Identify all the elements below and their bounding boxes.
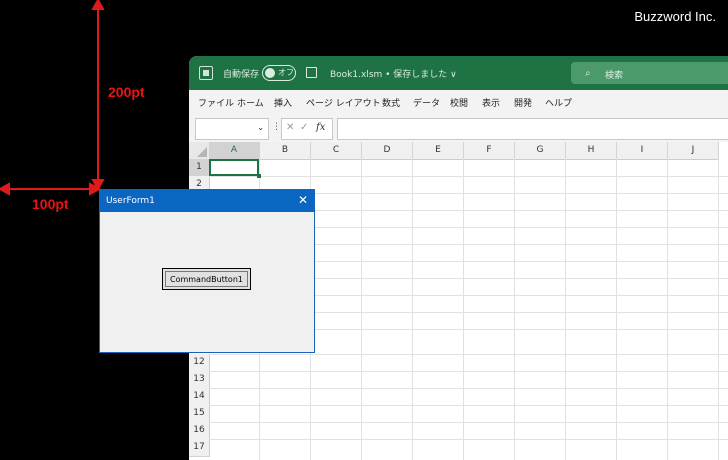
tab-view[interactable]: 表示 (482, 96, 500, 109)
select-all-corner[interactable] (189, 142, 210, 160)
column-header-d[interactable]: D (362, 142, 413, 160)
row-header-16[interactable]: 16 (189, 422, 210, 440)
document-title[interactable]: Book1.xlsm • 保存しました ∨ (330, 67, 457, 80)
tab-help[interactable]: ヘルプ (545, 96, 572, 109)
autosave-toggle[interactable]: オフ (262, 65, 296, 81)
active-cell-a1[interactable] (209, 159, 261, 178)
column-header-h[interactable]: H (566, 142, 617, 160)
tab-home[interactable]: ホーム (237, 96, 264, 109)
grid-line (616, 159, 617, 460)
insert-function-icon[interactable]: fx (316, 122, 325, 133)
toggle-knob (265, 68, 275, 78)
userform-title: UserForm1 (106, 196, 155, 206)
column-header-i[interactable]: I (617, 142, 668, 160)
row-header-17[interactable]: 17 (189, 439, 210, 457)
excel-logo-icon (199, 66, 213, 80)
formula-input[interactable] (337, 118, 728, 140)
close-icon[interactable]: ✕ (298, 193, 308, 207)
grid-line (209, 388, 728, 389)
row-header-14[interactable]: 14 (189, 388, 210, 406)
grid-line (209, 176, 728, 177)
search-box[interactable]: ⌕ 検索 (571, 62, 728, 84)
formula-bar: ⌄ ⋮ ✕ ✓ fx (189, 114, 728, 142)
row-header-12[interactable]: 12 (189, 354, 210, 372)
grid-line (209, 405, 728, 406)
column-header-e[interactable]: E (413, 142, 464, 160)
grid-line (667, 159, 668, 460)
grid-line (565, 159, 566, 460)
row-header-1[interactable]: 1 (189, 159, 211, 177)
column-header-g[interactable]: G (515, 142, 566, 160)
userform-titlebar[interactable]: UserForm1 ✕ (100, 190, 314, 212)
tab-file[interactable]: ファイル (198, 96, 234, 109)
tab-page-layout[interactable]: ページ レイアウト (306, 96, 381, 109)
top-offset-label: 200pt (108, 84, 145, 100)
formula-actions: ✕ ✓ fx (281, 118, 333, 140)
grid-line (209, 371, 728, 372)
left-offset-label: 100pt (32, 196, 69, 212)
excel-titlebar: 自動保存 オフ Book1.xlsm • 保存しました ∨ ⌕ 検索 (189, 56, 728, 90)
tab-insert[interactable]: 挿入 (274, 96, 292, 109)
tab-developer[interactable]: 開発 (514, 96, 532, 109)
enter-icon[interactable]: ✓ (300, 122, 308, 133)
column-header-c[interactable]: C (311, 142, 362, 160)
grid-line (463, 159, 464, 460)
tab-data[interactable]: データ (413, 96, 440, 109)
row-header-13[interactable]: 13 (189, 371, 210, 389)
grid-line (361, 159, 362, 460)
row-header-15[interactable]: 15 (189, 405, 210, 423)
autosave-label: 自動保存 (223, 70, 260, 80)
grid-line (209, 354, 728, 355)
search-placeholder: 検索 (605, 71, 624, 81)
ribbon-tabs: ファイル ホーム 挿入 ページ レイアウト 数式 データ 校閲 表示 開発 ヘル… (189, 90, 728, 114)
cancel-icon[interactable]: ✕ (286, 122, 294, 133)
command-button-1[interactable]: CommandButton1 (162, 268, 251, 290)
chevron-down-icon[interactable]: ⌄ (257, 123, 264, 132)
toggle-state: オフ (278, 68, 294, 77)
column-header-b[interactable]: B (260, 142, 311, 160)
command-button-label: CommandButton1 (165, 271, 248, 287)
grid-line (514, 159, 515, 460)
formula-bar-handle[interactable]: ⋮ (272, 122, 281, 132)
tab-review[interactable]: 校閲 (450, 96, 468, 109)
save-icon[interactable] (306, 67, 317, 78)
name-box[interactable]: ⌄ (195, 118, 269, 140)
grid-line (412, 159, 413, 460)
tab-formulas[interactable]: 数式 (382, 96, 400, 109)
column-header-f[interactable]: F (464, 142, 515, 160)
grid-line (209, 439, 728, 440)
grid-line (209, 422, 728, 423)
userform-window: UserForm1 ✕ CommandButton1 (99, 189, 315, 353)
grid-line (718, 159, 719, 460)
column-header-j[interactable]: J (668, 142, 719, 160)
search-icon: ⌕ (585, 68, 591, 79)
